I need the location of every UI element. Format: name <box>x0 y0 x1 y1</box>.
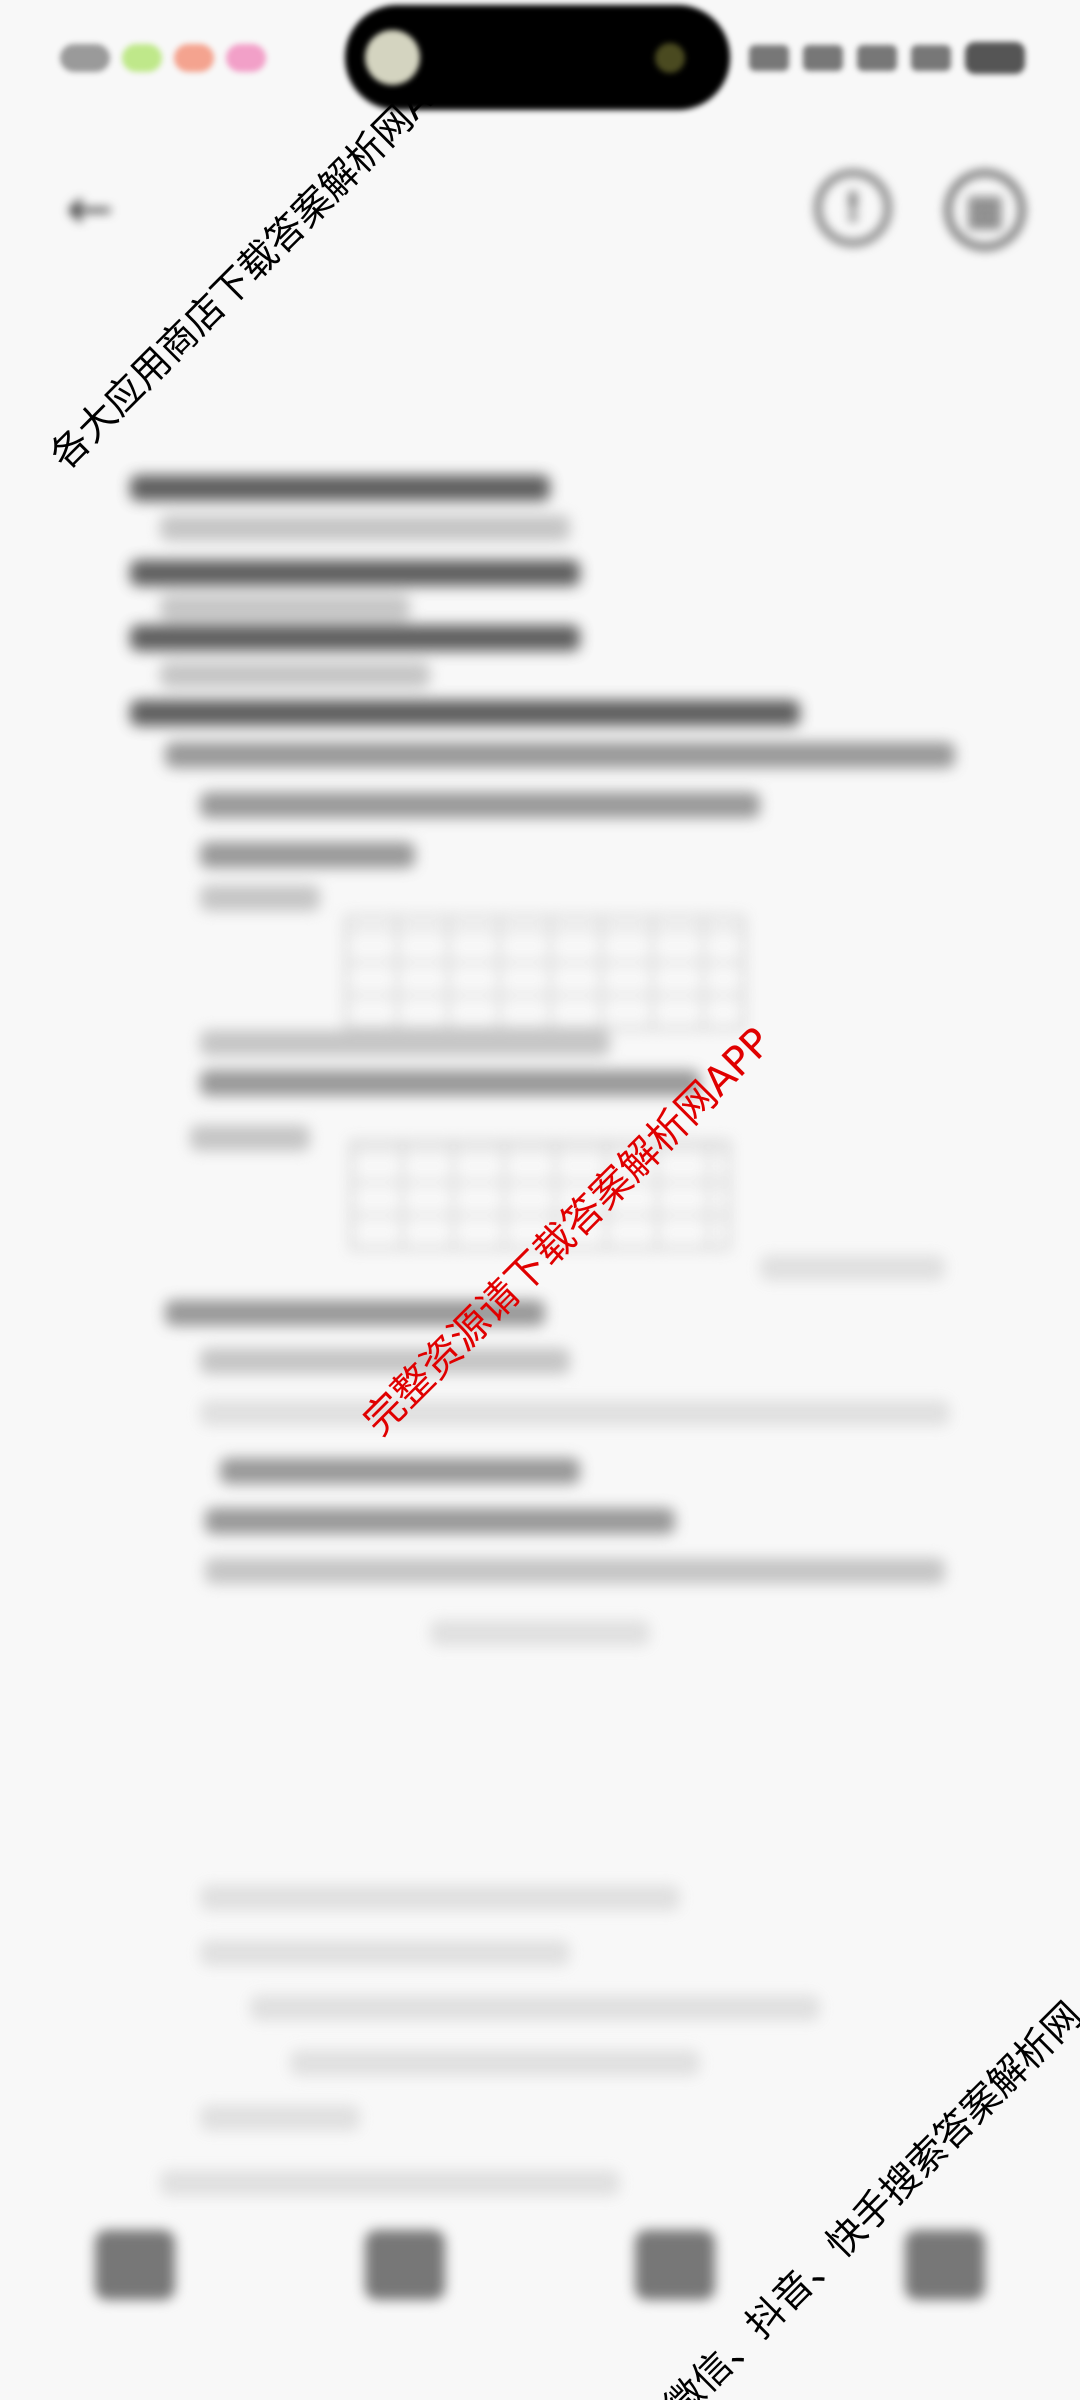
notification-icon <box>174 44 214 72</box>
doc-line <box>130 560 580 586</box>
signal-icon <box>911 45 951 71</box>
doc-line <box>205 1558 945 1584</box>
alarm-icon <box>749 45 789 71</box>
bottom-nav <box>0 2200 1080 2400</box>
info-icon[interactable]: ! <box>815 170 891 246</box>
doc-line <box>190 1125 310 1151</box>
battery-icon <box>965 42 1025 74</box>
back-arrow-icon[interactable]: ← <box>55 180 125 240</box>
screen: ← ! ▦ 各大应用商店下载答案解析网APP 完整资源请下载答案解析网APP 微… <box>0 0 1080 2400</box>
camera-lens-icon <box>655 43 685 73</box>
doc-line <box>130 700 800 726</box>
status-time <box>60 44 110 72</box>
notification-icon <box>226 44 266 72</box>
doc-line <box>200 2105 360 2131</box>
nav-item-book[interactable] <box>305 2200 505 2360</box>
home-icon <box>95 2230 175 2300</box>
grid-icon[interactable]: ▦ <box>945 170 1025 250</box>
doc-line <box>130 475 550 501</box>
doc-line <box>160 662 430 688</box>
doc-line <box>200 792 760 818</box>
status-left-icons <box>60 38 310 78</box>
signal-icon <box>857 45 897 71</box>
book-icon <box>365 2230 445 2300</box>
status-right-icons <box>725 38 1025 78</box>
doc-line <box>200 885 320 911</box>
doc-line <box>250 1995 820 2021</box>
data-table <box>345 915 745 1030</box>
camera-icon <box>635 2230 715 2300</box>
doc-line <box>200 1940 570 1966</box>
wifi-icon <box>803 45 843 71</box>
doc-line <box>200 1070 700 1096</box>
doc-line <box>205 1508 675 1534</box>
doc-line <box>200 1400 950 1426</box>
doc-line <box>160 595 410 621</box>
notification-icon <box>122 44 162 72</box>
doc-line <box>160 2170 620 2196</box>
apps-icon <box>905 2230 985 2300</box>
doc-line <box>165 742 955 768</box>
doc-line <box>220 1458 580 1484</box>
top-toolbar: ← ! ▦ <box>0 150 1080 270</box>
doc-line <box>430 1620 650 1646</box>
status-bar <box>0 0 1080 120</box>
doc-line <box>760 1255 945 1281</box>
nav-item-home[interactable] <box>35 2200 235 2360</box>
doc-line <box>200 1885 680 1911</box>
doc-line <box>290 2050 700 2076</box>
doc-line <box>160 515 570 541</box>
page-title <box>350 410 740 460</box>
doc-line <box>130 625 580 651</box>
doc-line <box>200 842 415 868</box>
document-page <box>0 380 1080 2280</box>
doc-line <box>200 1030 610 1056</box>
